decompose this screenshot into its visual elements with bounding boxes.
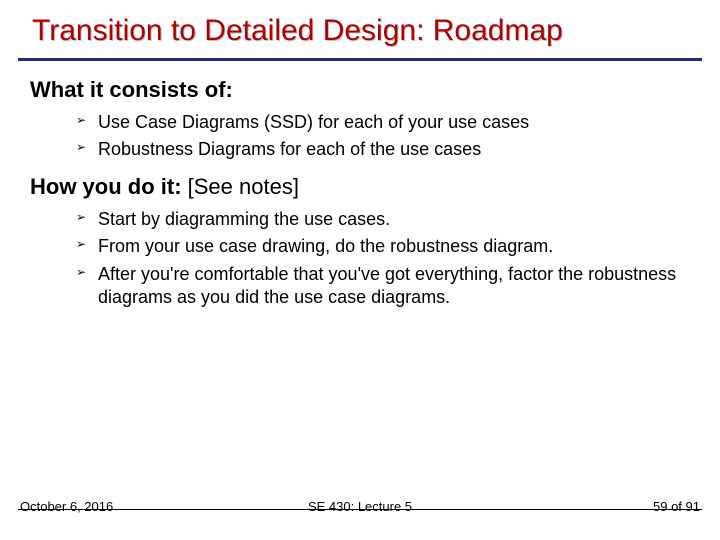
list-item: ➢ Start by diagramming the use cases. [76, 206, 690, 233]
heading-bold: How you do it: [30, 174, 182, 199]
list-item: ➢ Robustness Diagrams for each of the us… [76, 136, 690, 163]
list-item-text: Start by diagramming the use cases. [98, 209, 390, 229]
section-heading-consists: What it consists of: [30, 77, 690, 103]
list-item-text: After you're comfortable that you've got… [98, 264, 676, 307]
list-item-text: From your use case drawing, do the robus… [98, 236, 553, 256]
section-heading-how: How you do it: [See notes] [30, 174, 690, 200]
slide-title: Transition to Detailed Design: Roadmap [0, 0, 720, 58]
list-item: ➢ After you're comfortable that you've g… [76, 261, 690, 312]
chevron-right-icon: ➢ [76, 140, 86, 156]
heading-rest: [See notes] [182, 174, 299, 199]
bullet-list-how: ➢ Start by diagramming the use cases. ➢ … [30, 206, 690, 316]
footer-center: SE 430: Lecture 5 [0, 499, 720, 514]
list-item: ➢ Use Case Diagrams (SSD) for each of yo… [76, 109, 690, 136]
chevron-right-icon: ➢ [76, 237, 86, 253]
list-item-text: Use Case Diagrams (SSD) for each of your… [98, 112, 529, 132]
footer-page: 59 of 91 [653, 499, 700, 514]
bullet-list-consists: ➢ Use Case Diagrams (SSD) for each of yo… [30, 109, 690, 168]
slide-content: What it consists of: ➢ Use Case Diagrams… [0, 61, 720, 315]
chevron-right-icon: ➢ [76, 265, 86, 281]
list-item-text: Robustness Diagrams for each of the use … [98, 139, 481, 159]
slide: Transition to Detailed Design: Roadmap W… [0, 0, 720, 540]
chevron-right-icon: ➢ [76, 210, 86, 226]
chevron-right-icon: ➢ [76, 113, 86, 129]
list-item: ➢ From your use case drawing, do the rob… [76, 233, 690, 260]
